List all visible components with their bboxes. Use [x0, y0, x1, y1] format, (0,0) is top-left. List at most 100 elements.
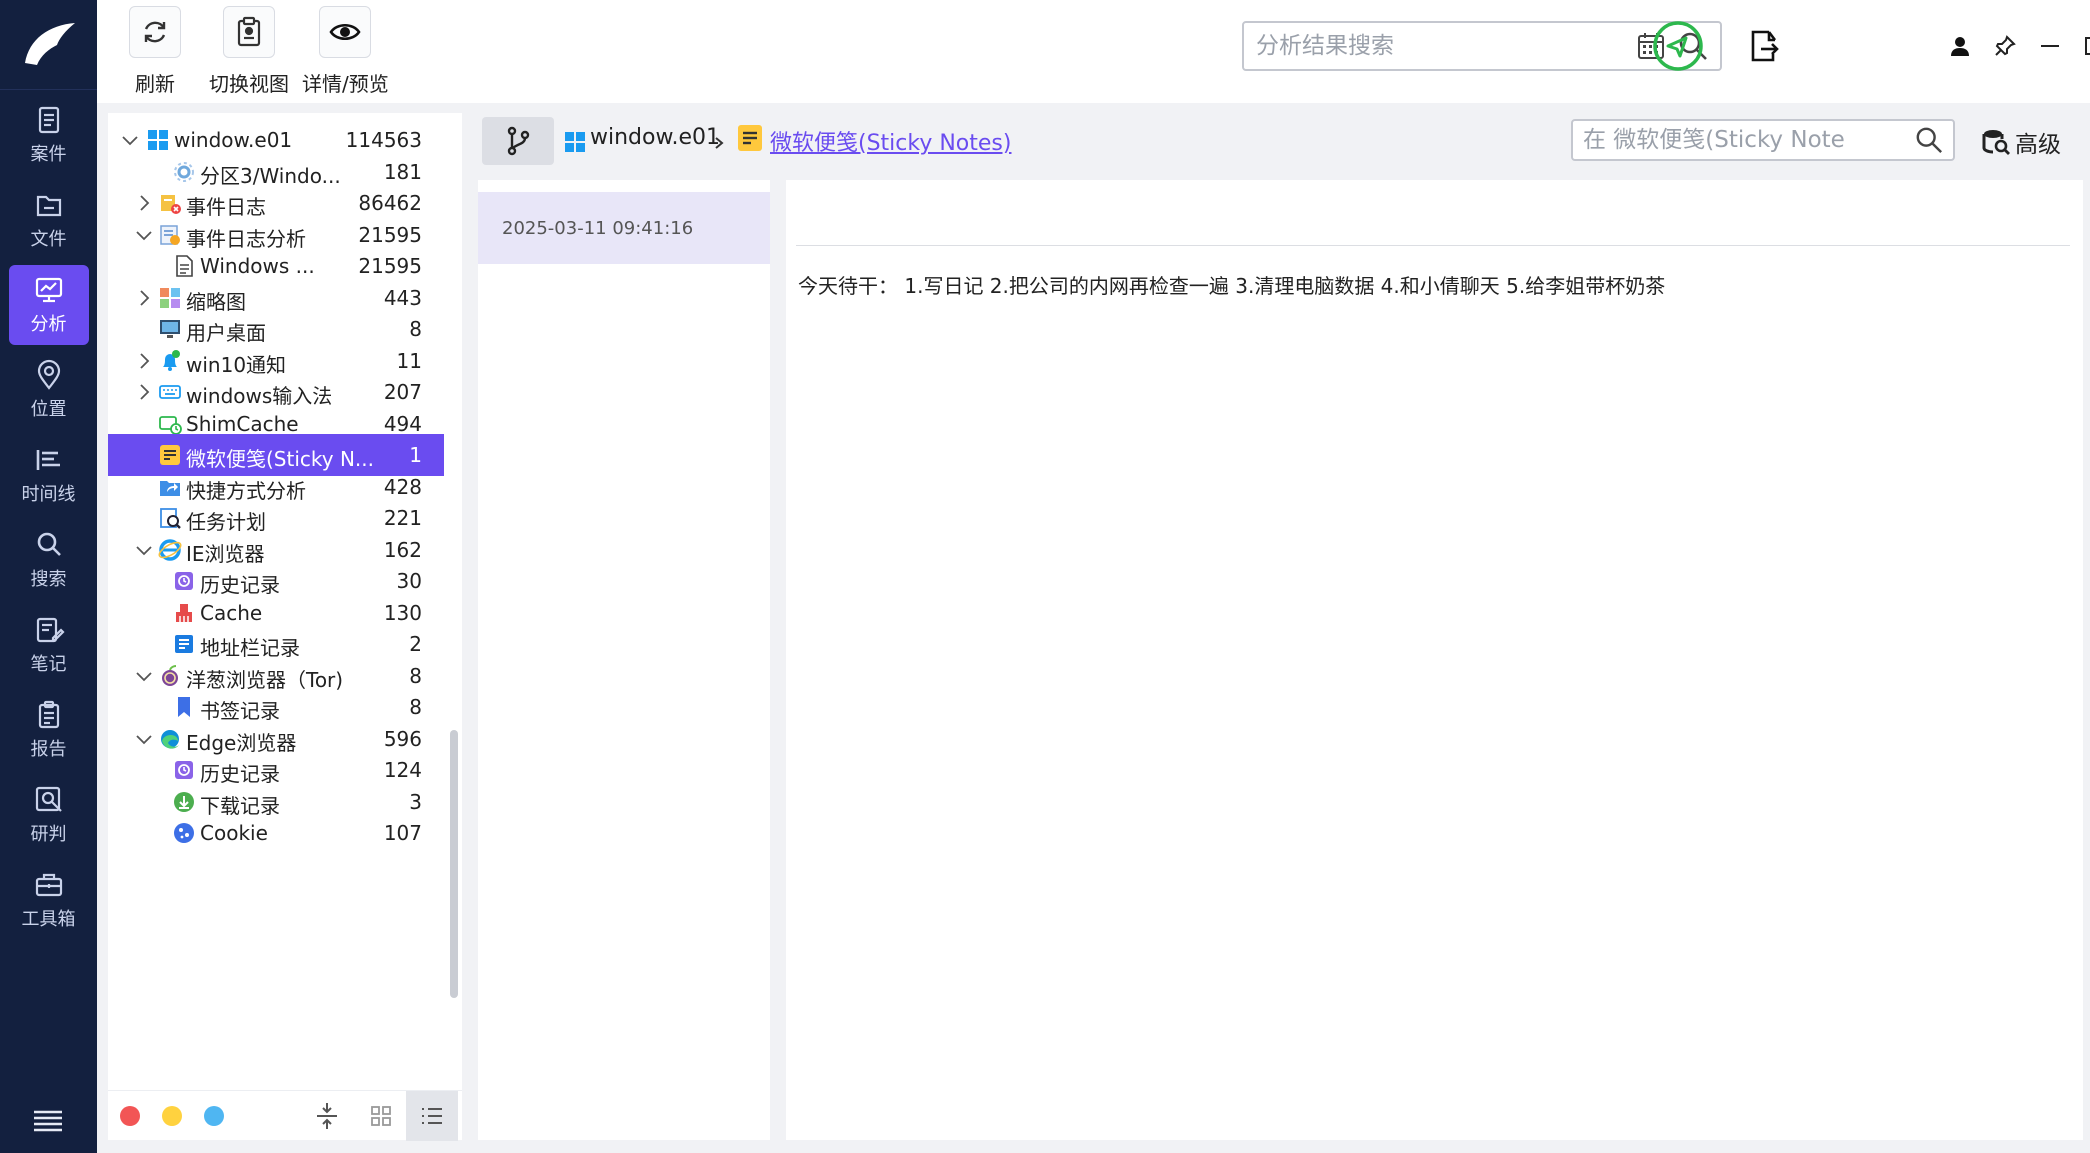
detail-preview-label: 详情/预览	[302, 72, 389, 96]
nav-item-search[interactable]: 搜索	[9, 520, 89, 600]
tree-item-count: 8	[409, 695, 422, 719]
nav-rail: 案件 文件 分析 位置 时间线 搜索 笔记 报告 研判 工具箱	[0, 0, 97, 1153]
menu-button[interactable]	[32, 1109, 64, 1137]
refresh-button-box[interactable]	[129, 6, 181, 58]
user-button[interactable]	[1949, 0, 1971, 92]
switch-view-label: 切换视图	[209, 72, 289, 96]
nav-item-report[interactable]: 报告	[9, 690, 89, 770]
chevron-right-icon[interactable]	[134, 351, 154, 371]
chevron-down-icon[interactable]	[134, 666, 154, 686]
advanced-search-button[interactable]: 高级	[1981, 125, 2061, 159]
export-button[interactable]	[1747, 0, 1781, 92]
list-item[interactable]: 2025-03-11 09:41:16	[478, 192, 770, 264]
shield-check-icon	[1653, 21, 1703, 71]
list-icon	[422, 1108, 442, 1124]
grid-view-button[interactable]	[364, 1099, 398, 1133]
tree-item-count: 2	[409, 632, 422, 656]
location-icon	[37, 359, 60, 390]
bookmark-icon	[178, 697, 190, 717]
chevron-down-icon[interactable]	[134, 540, 154, 560]
scoped-search-box[interactable]	[1571, 119, 1955, 161]
refresh-button[interactable]: 刷新	[129, 6, 181, 97]
tree-item-count: 8	[409, 317, 422, 341]
chevron-right-icon[interactable]	[134, 193, 154, 213]
collapse-all-button[interactable]	[310, 1099, 344, 1133]
chevron-right-icon[interactable]	[134, 288, 154, 308]
minimize-button[interactable]	[2039, 0, 2061, 92]
sticky-note-icon	[160, 445, 180, 465]
keyboard-icon	[159, 385, 181, 399]
thumbnail-icon	[160, 287, 180, 308]
refresh-label: 刷新	[135, 72, 175, 96]
switch-view-button-box[interactable]	[223, 6, 275, 58]
nav-item-judge[interactable]: 研判	[9, 775, 89, 855]
chevron-right-icon[interactable]	[134, 382, 154, 402]
tree-item-count: 3	[409, 789, 422, 814]
detail-preview-button-box[interactable]	[319, 6, 372, 58]
event-log-icon	[161, 195, 181, 214]
detail-preview-button[interactable]: 详情/预览	[302, 6, 389, 97]
breadcrumb-root[interactable]: window.e01	[590, 125, 720, 150]
result-search-box[interactable]	[1242, 21, 1722, 71]
maximize-button[interactable]	[2083, 0, 2090, 92]
red-tag-dot[interactable]	[120, 1106, 140, 1126]
desktop-icon	[160, 320, 180, 338]
tree-item-count: 11	[396, 348, 422, 373]
breadcrumb-current[interactable]: 微软便笺(Sticky Notes)	[770, 125, 1011, 157]
address-bar-icon	[175, 635, 193, 653]
status-indicator[interactable]	[1652, 0, 1704, 92]
chevron-right-icon	[715, 137, 724, 149]
database-search-icon	[1982, 130, 2010, 155]
tree-item[interactable]: Cookie 107	[108, 812, 444, 854]
advanced-label: 高级	[2015, 132, 2061, 158]
pin-button[interactable]	[1993, 0, 2017, 92]
yellow-tag-dot[interactable]	[162, 1106, 182, 1126]
blue-tag-dot[interactable]	[204, 1106, 224, 1126]
scoped-search-input[interactable]	[1583, 127, 1915, 153]
nav-item-analysis[interactable]: 分析	[8, 265, 89, 345]
breadcrumb: window.e01 微软便笺(Sticky Notes) 高级	[476, 113, 2083, 173]
logo-icon	[24, 22, 75, 65]
nav-item-label: 报告	[30, 739, 67, 760]
report-icon	[38, 700, 59, 729]
toolbar: 刷新 切换视图 详情/预览	[97, 0, 2090, 103]
tree-item-count: 86462	[358, 191, 422, 215]
pin-icon	[1995, 35, 2016, 56]
nav-item-location[interactable]: 位置	[9, 350, 89, 430]
branch-icon	[507, 126, 530, 156]
nav-item-label: 时间线	[21, 484, 76, 505]
chevron-down-icon[interactable]	[120, 130, 140, 150]
search-icon[interactable]	[1915, 126, 1943, 154]
nav-item-timeline[interactable]: 时间线	[9, 435, 89, 515]
chevron-down-icon[interactable]	[134, 225, 154, 245]
app-logo	[0, 0, 97, 90]
collapse-icon	[317, 1103, 337, 1129]
bell-icon	[163, 349, 180, 371]
eye-icon	[329, 23, 361, 41]
nav-item-toolbox[interactable]: 工具箱	[9, 860, 89, 940]
nav-item-notes[interactable]: 笔记	[9, 605, 89, 685]
branch-button[interactable]	[482, 117, 554, 165]
tree-item-count: 494	[383, 411, 422, 436]
tree-scrollbar[interactable]	[450, 730, 458, 998]
grid-icon	[371, 1106, 391, 1126]
windows-icon	[148, 130, 168, 150]
list-view-button[interactable]	[406, 1091, 458, 1141]
case-icon	[38, 106, 59, 134]
tree-item-label: Cookie	[200, 821, 268, 845]
toolbox-icon	[35, 873, 62, 897]
tree-item-count: 114563	[345, 128, 422, 152]
tree-item-count: 207	[383, 380, 422, 404]
file-export-icon	[1751, 30, 1779, 62]
nav-item-files[interactable]: 文件	[9, 180, 89, 260]
tree-item-label: Cache	[200, 600, 263, 625]
nav-item-case[interactable]: 案件	[9, 95, 89, 175]
detail-panel: 今天待干： 1.写日记 2.把公司的内网再检查一遍 3.清理电脑数据 4.和小倩…	[786, 180, 2083, 1140]
artifact-tree: window.e01 114563 分区3/Windo... 181 事件日志 86462…	[108, 113, 462, 1140]
chevron-down-icon[interactable]	[134, 729, 154, 749]
folder-icon	[36, 195, 61, 217]
result-search-input[interactable]	[1256, 33, 1636, 59]
shortcut-icon	[160, 480, 180, 496]
tree-item-count: 107	[383, 821, 422, 845]
switch-view-button[interactable]: 切换视图	[209, 6, 289, 97]
